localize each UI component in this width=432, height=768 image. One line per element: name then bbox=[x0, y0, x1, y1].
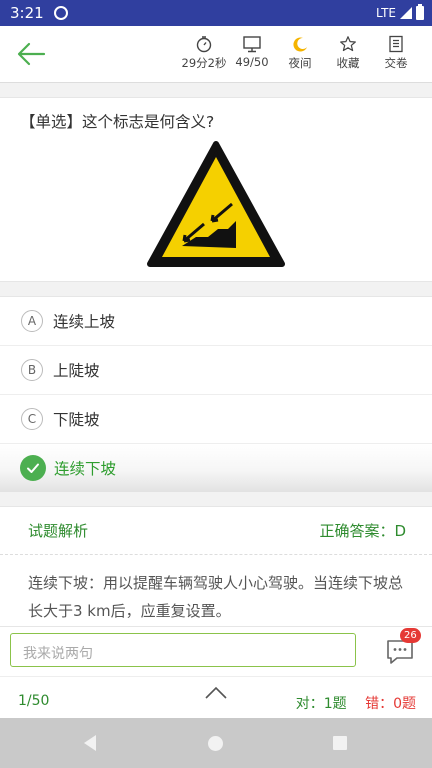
nfc-icon bbox=[53, 6, 68, 20]
status-time: 3:21 bbox=[10, 4, 44, 22]
submit-button[interactable]: 交卷 bbox=[372, 34, 420, 71]
option-text: 连续上坡 bbox=[53, 313, 116, 331]
back-button[interactable] bbox=[16, 40, 46, 68]
timer-button[interactable]: 29分2秒 bbox=[180, 34, 228, 71]
signal-icon bbox=[400, 7, 412, 19]
submit-label: 交卷 bbox=[384, 56, 408, 70]
nav-recents-icon[interactable] bbox=[333, 736, 347, 750]
continuous-downhill-sign-icon bbox=[147, 141, 285, 267]
expand-button[interactable] bbox=[204, 685, 228, 705]
progress-label: 49/50 bbox=[235, 55, 269, 69]
status-bar: 3:21 LTE bbox=[0, 0, 432, 26]
monitor-icon bbox=[243, 36, 261, 53]
status-right: LTE bbox=[376, 4, 424, 20]
document-icon bbox=[389, 35, 403, 53]
top-bar: 29分2秒 49/50 夜间 收藏 交卷 bbox=[0, 26, 432, 83]
option-letter: A bbox=[21, 310, 43, 332]
option-d[interactable]: 连续下坡 bbox=[0, 444, 432, 492]
toolbar-actions: 29分2秒 49/50 夜间 收藏 交卷 bbox=[180, 34, 420, 71]
favorite-label: 收藏 bbox=[336, 56, 360, 70]
check-icon bbox=[20, 455, 46, 481]
timer-label: 29分2秒 bbox=[181, 56, 227, 70]
analysis-header: 试题解析 正确答案：D bbox=[0, 507, 432, 555]
network-type: LTE bbox=[376, 6, 396, 20]
wrong-count: 错：0题 bbox=[365, 696, 416, 712]
option-letter: C bbox=[21, 408, 43, 430]
correct-count: 对：1题 bbox=[295, 696, 347, 712]
battery-icon bbox=[416, 4, 424, 20]
analysis-title: 试题解析 bbox=[28, 522, 89, 540]
page-indicator: 1/50 bbox=[18, 693, 50, 709]
option-a[interactable]: A 连续上坡 bbox=[0, 297, 432, 346]
comment-count-badge: 26 bbox=[400, 628, 421, 643]
analysis-panel: 试题解析 正确答案：D 连续下坡：用以提醒车辆驾驶人小心驾驶。当连续下坡总长大于… bbox=[0, 506, 432, 627]
option-text: 下陡坡 bbox=[53, 411, 100, 429]
nav-home-icon[interactable] bbox=[208, 736, 223, 751]
favorite-button[interactable]: 收藏 bbox=[324, 34, 372, 71]
option-text: 上陡坡 bbox=[53, 362, 100, 380]
score-stats: 对：1题 错：0题 bbox=[296, 693, 416, 713]
analysis-body: 连续下坡：用以提醒车辆驾驶人小心驾驶。当连续下坡总长大于3 km后，应重复设置。 bbox=[28, 574, 404, 620]
night-mode-label: 夜间 bbox=[288, 56, 312, 70]
night-mode-button[interactable]: 夜间 bbox=[276, 34, 324, 71]
answer-options: A 连续上坡 B 上陡坡 C 下陡坡 连续下坡 bbox=[0, 296, 432, 492]
chevron-up-icon bbox=[205, 686, 227, 699]
correct-answer: 正确答案：D bbox=[319, 522, 406, 540]
question-text: 【单选】这个标志是何含义? bbox=[20, 113, 215, 131]
moon-icon bbox=[293, 37, 307, 52]
footer-bar: 1/50 对：1题 错：0题 bbox=[0, 676, 432, 719]
option-text: 连续下坡 bbox=[54, 460, 117, 478]
star-icon bbox=[340, 36, 356, 52]
option-c[interactable]: C 下陡坡 bbox=[0, 395, 432, 444]
stopwatch-icon bbox=[196, 36, 212, 53]
comment-input[interactable]: 我来说两句 bbox=[10, 633, 356, 667]
comment-bar: 我来说两句 26 bbox=[0, 626, 432, 677]
question-card: 【单选】这个标志是何含义? bbox=[0, 97, 432, 282]
back-arrow-icon bbox=[17, 42, 46, 66]
nav-back-icon[interactable] bbox=[82, 734, 98, 752]
option-b[interactable]: B 上陡坡 bbox=[0, 346, 432, 395]
progress-button[interactable]: 49/50 bbox=[228, 34, 276, 71]
system-nav-bar bbox=[0, 718, 432, 768]
option-letter: B bbox=[21, 359, 43, 381]
